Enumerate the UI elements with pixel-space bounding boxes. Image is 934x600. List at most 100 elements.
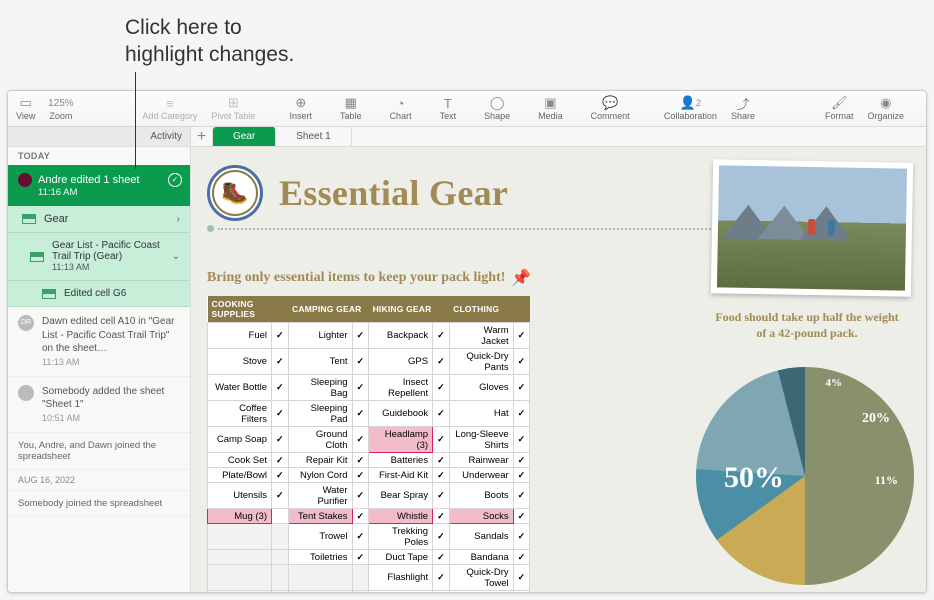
checkbox-cell[interactable]: [352, 591, 369, 593]
table-cell[interactable]: [208, 565, 272, 591]
checkbox-cell[interactable]: [352, 453, 369, 468]
format-button[interactable]: 🖌Format: [825, 96, 854, 121]
tab-sheet1[interactable]: Sheet 1: [276, 127, 351, 146]
chart-button[interactable]: ◔Chart: [390, 96, 412, 121]
activity-card-current[interactable]: Andre edited 1 sheet 11:16 AM ✓: [8, 165, 190, 206]
comment-button[interactable]: 💬Comment: [591, 96, 630, 121]
activity-table-row[interactable]: Gear List - Pacific Coast Trail Trip (Ge…: [8, 233, 190, 281]
checkbox-cell[interactable]: [352, 427, 369, 453]
table-cell[interactable]: Gloves: [449, 375, 513, 401]
checkbox-cell[interactable]: [352, 509, 369, 524]
table-cell[interactable]: Insect Repellent: [369, 375, 433, 401]
checkbox-cell[interactable]: [513, 509, 530, 524]
checkbox-cell[interactable]: [513, 349, 530, 375]
table-cell[interactable]: Trowel: [288, 524, 352, 550]
activity-entry[interactable]: Somebody added the sheet "Sheet 1"10:51 …: [8, 377, 190, 433]
checkbox-cell[interactable]: [272, 591, 289, 593]
checkbox-cell[interactable]: [513, 323, 530, 349]
insert-button[interactable]: ⊕Insert: [290, 96, 313, 121]
checkbox-cell[interactable]: [513, 524, 530, 550]
table-cell[interactable]: Camp Soap: [208, 427, 272, 453]
checkbox-cell[interactable]: [433, 427, 450, 453]
table-cell[interactable]: Coffee Filters: [208, 401, 272, 427]
checkbox-cell[interactable]: [272, 401, 289, 427]
checkbox-cell[interactable]: [513, 427, 530, 453]
table-cell[interactable]: Utensils: [208, 483, 272, 509]
checkbox-cell[interactable]: [272, 375, 289, 401]
table-cell[interactable]: [288, 591, 352, 593]
checkbox-cell[interactable]: [272, 323, 289, 349]
checkbox-cell[interactable]: [433, 349, 450, 375]
activity-cell-row[interactable]: Edited cell G6: [8, 281, 190, 307]
table-cell[interactable]: Plate/Bowl: [208, 468, 272, 483]
table-cell[interactable]: Flashlight: [369, 565, 433, 591]
table-cell[interactable]: Quick-Dry Towel: [449, 565, 513, 591]
checkbox-cell[interactable]: [352, 524, 369, 550]
checkbox-cell[interactable]: [513, 375, 530, 401]
checkbox-cell[interactable]: [433, 509, 450, 524]
table-cell[interactable]: Quick-Dry Pants: [449, 349, 513, 375]
table-cell[interactable]: Sandals: [449, 524, 513, 550]
shape-button[interactable]: ◯Shape: [484, 96, 510, 121]
media-button[interactable]: ▣Media: [538, 96, 563, 121]
checkbox-cell[interactable]: [433, 375, 450, 401]
table-cell[interactable]: Boots: [449, 483, 513, 509]
checkbox-cell[interactable]: [513, 468, 530, 483]
table-cell[interactable]: Cook Set: [208, 453, 272, 468]
gear-table[interactable]: COOKING SUPPLIESCAMPING GEARHIKING GEARC…: [207, 296, 530, 592]
checkbox-cell[interactable]: [433, 453, 450, 468]
table-cell[interactable]: Underwear: [449, 468, 513, 483]
checkbox-cell[interactable]: [272, 483, 289, 509]
checkbox-cell[interactable]: [352, 375, 369, 401]
checkbox-cell[interactable]: [433, 468, 450, 483]
table-cell[interactable]: Lighter: [288, 323, 352, 349]
table-cell[interactable]: [208, 550, 272, 565]
table-cell[interactable]: Sleeping Pad: [288, 401, 352, 427]
checkbox-cell[interactable]: [272, 468, 289, 483]
table-cell[interactable]: Repair Kit: [288, 453, 352, 468]
checkbox-cell[interactable]: [352, 550, 369, 565]
table-cell[interactable]: Guidebook: [369, 401, 433, 427]
table-cell[interactable]: Headlamp (3): [369, 427, 433, 453]
table-cell[interactable]: Bandana: [449, 550, 513, 565]
table-cell[interactable]: Mug (3): [208, 509, 272, 524]
table-cell[interactable]: Backpack: [369, 323, 433, 349]
canvas[interactable]: 🥾 Essential Gear Bring only essential it…: [191, 147, 926, 592]
table-cell[interactable]: Toiletries: [288, 550, 352, 565]
table-cell[interactable]: Warm Jacket: [449, 323, 513, 349]
table-cell[interactable]: Whistle: [369, 509, 433, 524]
zoom-button[interactable]: 125%Zoom: [49, 96, 72, 121]
add-sheet-button[interactable]: +: [191, 127, 213, 146]
table-cell[interactable]: Sunglasses: [449, 591, 513, 593]
table-cell[interactable]: [208, 591, 272, 593]
checkbox-cell[interactable]: [352, 468, 369, 483]
checkbox-cell[interactable]: [352, 349, 369, 375]
checkbox-cell[interactable]: [272, 550, 289, 565]
checkbox-cell[interactable]: [513, 565, 530, 591]
table-cell[interactable]: Batteries: [369, 453, 433, 468]
table-cell[interactable]: Stove: [208, 349, 272, 375]
pivot-table-button[interactable]: ⊞Pivot Table: [211, 96, 255, 121]
table-cell[interactable]: Water Bottle: [208, 375, 272, 401]
checkbox-cell[interactable]: [272, 453, 289, 468]
table-cell[interactable]: Fuel: [208, 323, 272, 349]
checkbox-cell[interactable]: [352, 323, 369, 349]
checkbox-cell[interactable]: [272, 509, 289, 524]
table-cell[interactable]: Sleeping Bag: [288, 375, 352, 401]
table-cell[interactable]: First-Aid Kit: [369, 468, 433, 483]
activity-sheet-row[interactable]: Gear›: [8, 206, 190, 233]
checkbox-cell[interactable]: [433, 591, 450, 593]
checkbox-cell[interactable]: [272, 349, 289, 375]
table-button[interactable]: ▦Table: [340, 96, 362, 121]
text-button[interactable]: TText: [440, 96, 457, 121]
table-cell[interactable]: Duct Tape: [369, 550, 433, 565]
table-cell[interactable]: Socks: [449, 509, 513, 524]
checkbox-cell[interactable]: [272, 565, 289, 591]
checkbox-cell[interactable]: [433, 323, 450, 349]
table-cell[interactable]: Ground Cloth: [288, 427, 352, 453]
table-cell[interactable]: [288, 565, 352, 591]
checkbox-cell[interactable]: [352, 483, 369, 509]
activity-entry[interactable]: DRDawn edited cell A10 in "Gear List - P…: [8, 307, 190, 377]
tab-gear[interactable]: Gear: [213, 127, 276, 146]
table-cell[interactable]: Hat: [449, 401, 513, 427]
